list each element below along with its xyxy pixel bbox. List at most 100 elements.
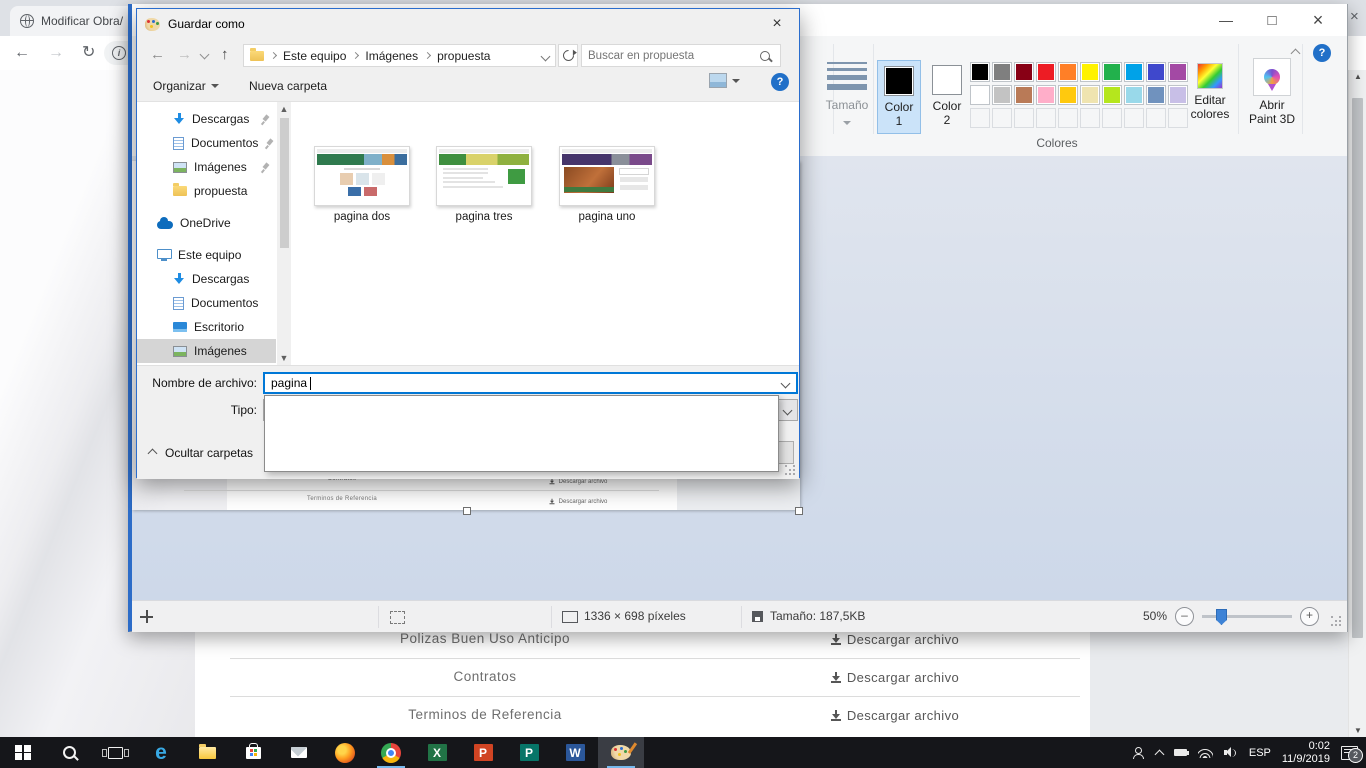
hidden-button-edge[interactable] [777, 441, 794, 464]
sidebar-item-imagenes[interactable]: Imágenes [137, 155, 276, 179]
palette-color[interactable] [992, 62, 1012, 82]
taskbar-clock[interactable]: 0:02 11/9/2019 [1282, 740, 1330, 765]
scroll-down-icon[interactable]: ▼ [277, 353, 291, 363]
sidebar-item-onedrive[interactable]: OneDrive [137, 211, 276, 235]
sidebar-item-documentos-2[interactable]: Documentos [137, 291, 276, 315]
zoom-slider[interactable] [1202, 615, 1292, 618]
palette-color[interactable] [1146, 62, 1166, 82]
sidebar-item-descargas[interactable]: Descargas [137, 107, 276, 131]
palette-empty-slot[interactable] [1080, 108, 1100, 128]
sidebar-item-imagenes-2[interactable]: Imágenes [137, 339, 276, 363]
palette-color[interactable] [970, 62, 990, 82]
scroll-down-icon[interactable]: ▼ [1349, 726, 1366, 735]
sidebar-item-escritorio[interactable]: Escritorio [137, 315, 276, 339]
filename-dropdown-icon[interactable] [781, 378, 791, 388]
sidebar-item-propuesta[interactable]: propuesta [137, 179, 276, 203]
palette-color[interactable] [1102, 85, 1122, 105]
taskbar-powerpoint[interactable] [460, 737, 506, 768]
maximize-button[interactable] [1249, 4, 1295, 36]
zoom-in-button[interactable]: + [1300, 607, 1319, 626]
wifi-icon[interactable] [1198, 747, 1213, 758]
action-center-icon[interactable]: 2 [1341, 746, 1358, 760]
recent-locations-icon[interactable] [200, 50, 210, 60]
address-dropdown-icon[interactable] [541, 52, 551, 62]
file-item-pagina-tres[interactable]: pagina tres [424, 146, 544, 223]
taskbar-store[interactable] [230, 737, 276, 768]
scrollbar-thumb[interactable] [1352, 98, 1363, 638]
palette-empty-slot[interactable] [1124, 108, 1144, 128]
palette-empty-slot[interactable] [1036, 108, 1056, 128]
minimize-button[interactable] [1203, 4, 1249, 36]
open-paint3d-button[interactable]: Abrir Paint 3D [1244, 58, 1300, 126]
browser-reload-button[interactable]: ↻ [82, 36, 95, 70]
palette-color[interactable] [1080, 62, 1100, 82]
palette-empty-slot[interactable] [1058, 108, 1078, 128]
palette-color[interactable] [1014, 62, 1034, 82]
battery-icon[interactable] [1174, 749, 1187, 756]
browser-scrollbar[interactable]: ▲ ▼ [1348, 70, 1366, 737]
filename-input[interactable]: pagina [263, 372, 798, 394]
help-icon[interactable]: ? [1313, 44, 1331, 62]
palette-empty-slot[interactable] [970, 108, 990, 128]
palette-color[interactable] [1036, 85, 1056, 105]
size-button[interactable]: Tamaño [822, 58, 872, 130]
taskbar-file-explorer[interactable] [184, 737, 230, 768]
file-item-pagina-uno[interactable]: pagina uno [547, 146, 667, 223]
download-link[interactable]: Descargar archivo [800, 696, 990, 734]
dialog-close-button[interactable]: × [757, 9, 797, 39]
browser-forward-button[interactable]: → [48, 36, 64, 70]
forward-button[interactable]: → [177, 43, 192, 67]
breadcrumb[interactable]: Este equipo Imágenes propuesta [243, 44, 556, 67]
taskbar-mail[interactable] [276, 737, 322, 768]
palette-color[interactable] [1014, 85, 1034, 105]
sidebar-item-este-equipo[interactable]: Este equipo [137, 243, 276, 267]
canvas-resize-handle-corner[interactable] [795, 507, 803, 515]
file-item-pagina-dos[interactable]: pagina dos [302, 146, 422, 223]
dialog-resize-grip[interactable] [785, 465, 787, 467]
zoom-out-button[interactable]: – [1175, 607, 1194, 626]
palette-empty-slot[interactable] [1102, 108, 1122, 128]
taskbar-firefox[interactable] [322, 737, 368, 768]
search-input[interactable]: Buscar en propuesta [581, 44, 781, 67]
hide-folders-button[interactable]: Ocultar carpetas [149, 446, 253, 460]
taskbar-chrome[interactable] [368, 737, 414, 768]
filetype-dropdown-icon[interactable] [776, 400, 797, 420]
palette-color[interactable] [970, 85, 990, 105]
palette-color[interactable] [1124, 85, 1144, 105]
hidden-icons-chevron[interactable] [1154, 749, 1164, 759]
palette-empty-slot[interactable] [992, 108, 1012, 128]
zoom-slider-thumb[interactable] [1216, 609, 1227, 625]
palette-color[interactable] [1058, 85, 1078, 105]
taskbar-search-button[interactable] [46, 737, 92, 768]
palette-color[interactable] [1080, 85, 1100, 105]
up-button[interactable]: ↑ [221, 43, 229, 67]
collapse-ribbon-icon[interactable] [1291, 48, 1301, 58]
organize-button[interactable]: Organizar [153, 73, 219, 99]
view-mode-button[interactable] [709, 73, 740, 88]
palette-color[interactable] [1036, 62, 1056, 82]
palette-color[interactable] [1124, 62, 1144, 82]
sidebar-item-documentos[interactable]: Documentos [137, 131, 276, 155]
taskbar-edge[interactable]: e [138, 737, 184, 768]
people-icon[interactable] [1133, 747, 1145, 759]
start-button[interactable] [0, 737, 46, 768]
taskbar-paint[interactable] [598, 737, 644, 768]
palette-empty-slot[interactable] [1146, 108, 1166, 128]
palette-color[interactable] [1058, 62, 1078, 82]
breadcrumb-item[interactable]: Este equipo [283, 49, 346, 63]
breadcrumb-item[interactable]: propuesta [437, 49, 490, 63]
refresh-button[interactable] [558, 44, 578, 67]
palette-color[interactable] [1102, 62, 1122, 82]
dialog-help-button[interactable]: ? [771, 73, 789, 91]
edit-colors-button[interactable]: Editar colores [1184, 60, 1236, 121]
page-info-icon[interactable]: i [112, 46, 126, 60]
scrollbar-thumb[interactable] [280, 118, 289, 248]
language-indicator[interactable]: ESP [1249, 747, 1271, 759]
color2-button[interactable]: Color 2 [925, 60, 969, 134]
close-button[interactable] [1295, 4, 1341, 36]
scroll-up-icon[interactable]: ▲ [277, 104, 291, 114]
sidebar-scrollbar[interactable]: ▲ ▼ [277, 102, 291, 365]
back-button[interactable]: ← [150, 43, 165, 67]
filename-autocomplete-dropdown[interactable] [264, 395, 779, 472]
scroll-up-icon[interactable]: ▲ [1349, 72, 1366, 81]
